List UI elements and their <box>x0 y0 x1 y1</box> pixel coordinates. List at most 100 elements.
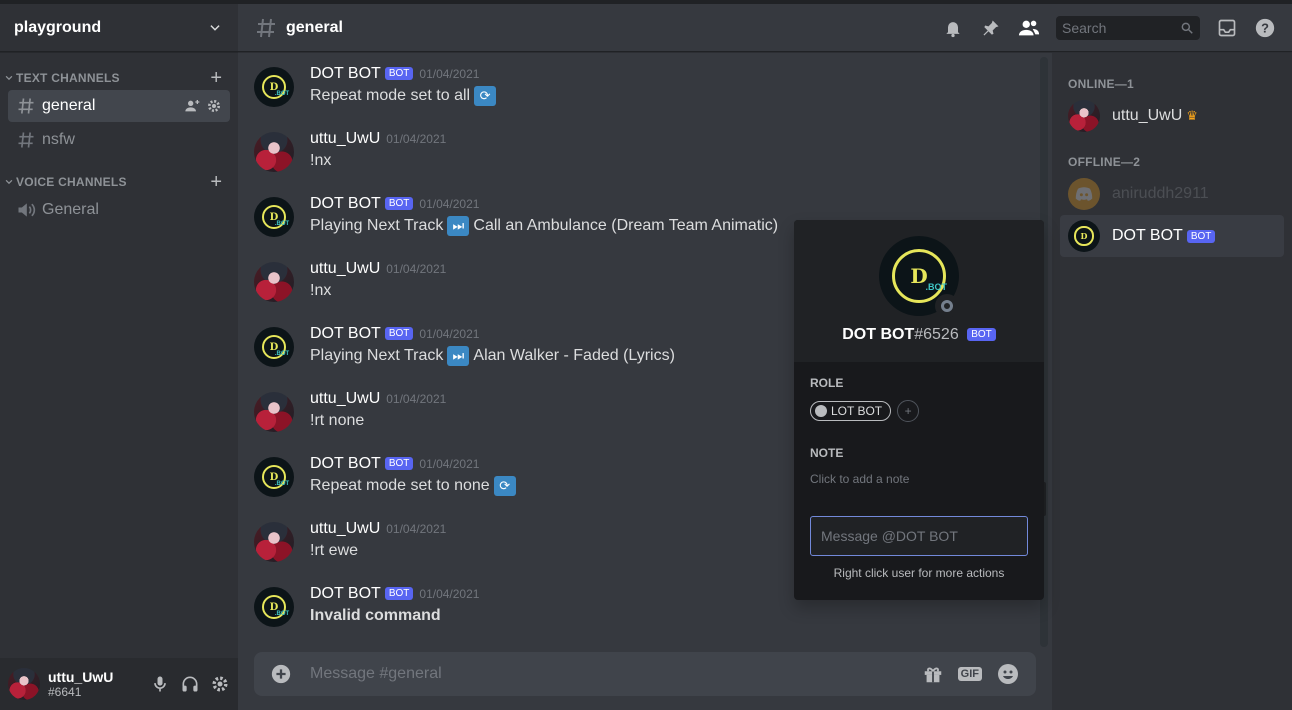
member-group-online: ONLINE—1 <box>1068 77 1134 91</box>
message: uttu_UwU 01/04/2021 !nx <box>254 260 446 302</box>
svg-text:?: ? <box>1261 20 1269 35</box>
search-placeholder: Search <box>1062 19 1107 36</box>
server-header[interactable]: playground <box>0 4 238 52</box>
message-composer[interactable]: Message #general GIF <box>254 652 1036 696</box>
dm-message-input[interactable] <box>810 516 1028 556</box>
inbox-icon[interactable] <box>1216 17 1238 39</box>
help-icon[interactable]: ? <box>1254 17 1276 39</box>
member-item[interactable]: aniruddh2911 <box>1060 173 1284 215</box>
avatar[interactable]: D .BOT <box>254 327 294 367</box>
bot-tag: BOT <box>1186 229 1216 243</box>
avatar <box>1068 178 1100 210</box>
timestamp: 01/04/2021 <box>386 132 447 146</box>
voice-channel-general[interactable]: General <box>8 194 230 226</box>
bot-tag: BOT <box>384 587 414 600</box>
gear-icon[interactable] <box>206 98 222 114</box>
member-name: aniruddh2911 <box>1112 185 1209 202</box>
avatar[interactable] <box>8 668 40 700</box>
message-text: Repeat mode set to all <box>310 87 471 104</box>
chevron-down-icon <box>5 75 13 81</box>
crown-icon: ♛ <box>1186 108 1198 123</box>
avatar[interactable]: D .BOT <box>254 197 294 237</box>
create-channel-icon[interactable]: + <box>210 172 222 192</box>
search-input[interactable]: Search <box>1056 15 1200 40</box>
gear-icon[interactable] <box>210 674 230 694</box>
bot-tag: BOT <box>384 327 414 340</box>
message-prefix: Playing Next Track <box>310 217 444 234</box>
note-label: NOTE <box>810 446 844 460</box>
repeat-icon: ⟳ <box>474 86 497 106</box>
member-list-icon[interactable] <box>1018 17 1040 39</box>
member-item[interactable]: uttu_UwU ♛ <box>1060 95 1284 137</box>
bot-logo-letter: D <box>1074 226 1094 246</box>
avatar[interactable]: D .BOT <box>254 457 294 497</box>
timestamp: 01/04/2021 <box>386 392 447 406</box>
channel-label: nsfw <box>42 131 75 148</box>
emoji-icon[interactable] <box>996 662 1020 686</box>
headphones-icon[interactable] <box>180 674 200 694</box>
message-author[interactable]: uttu_UwU <box>310 520 380 537</box>
message-text: !rt none <box>310 412 365 429</box>
member-item-selected[interactable]: D DOT BOT BOT <box>1060 215 1284 257</box>
member-name: DOT BOT <box>1112 227 1183 244</box>
user-tag: #6641 <box>48 685 82 699</box>
pin-icon[interactable] <box>980 17 1002 39</box>
note-input[interactable]: Click to add a note <box>810 472 1028 486</box>
next-track-icon: ⏭ <box>447 216 470 236</box>
avatar[interactable] <box>254 392 294 432</box>
message-author[interactable]: DOT BOT <box>310 65 381 82</box>
message-author[interactable]: DOT BOT <box>310 195 381 212</box>
bot-logo-subtext: .BOT <box>274 90 290 97</box>
timestamp: 01/04/2021 <box>419 197 480 211</box>
message-author[interactable]: DOT BOT <box>310 325 381 342</box>
hash-icon <box>18 132 34 148</box>
channel-general[interactable]: general <box>8 90 230 122</box>
message-text: Repeat mode set to none <box>310 477 490 494</box>
popout-avatar[interactable]: D .BOT <box>879 236 959 318</box>
role-name: LOT BOT <box>831 404 883 418</box>
bell-icon[interactable] <box>942 17 964 39</box>
message: uttu_UwU 01/04/2021 !rt ewe <box>254 520 446 562</box>
add-attachment-icon[interactable] <box>270 663 292 685</box>
message-text: !rt ewe <box>310 542 359 559</box>
message-author[interactable]: DOT BOT <box>310 455 381 472</box>
message: uttu_UwU 01/04/2021 !nx <box>254 130 446 172</box>
avatar[interactable] <box>254 522 294 562</box>
gif-button[interactable]: GIF <box>957 667 982 681</box>
text-channels-category[interactable]: TEXT CHANNELS + <box>0 68 238 88</box>
channel-label: general <box>42 97 96 114</box>
avatar[interactable]: D .BOT <box>254 67 294 107</box>
voice-channels-category[interactable]: VOICE CHANNELS + <box>0 172 238 192</box>
search-icon <box>1181 22 1193 34</box>
member-list: ONLINE—1 uttu_UwU ♛ OFFLINE—2 aniruddh29… <box>1052 53 1292 710</box>
hash-icon <box>18 98 34 114</box>
add-role-button[interactable]: + <box>897 400 920 422</box>
message: D .BOT DOT BOT BOT 01/04/2021 Playing Next … <box>254 325 675 367</box>
avatar[interactable] <box>254 132 294 172</box>
create-channel-icon[interactable]: + <box>210 68 222 88</box>
message-author[interactable]: uttu_UwU <box>310 130 380 147</box>
bot-tag: BOT <box>384 197 414 210</box>
discord-app: playground TEXT CHANNELS + general nsfw <box>0 0 1292 710</box>
popout-header: D .BOT DOT BOT#6526 BOT <box>794 220 1044 362</box>
avatar[interactable] <box>254 262 294 302</box>
avatar[interactable]: D .BOT <box>254 587 294 627</box>
user-panel: uttu_UwU #6641 <box>0 658 238 710</box>
popout-username: DOT BOT#6526 BOT <box>842 326 996 344</box>
channel-nsfw[interactable]: nsfw <box>8 124 230 156</box>
user-popout: D .BOT DOT BOT#6526 BOT ROLE LOT BOT + N… <box>794 220 1044 600</box>
timestamp: 01/04/2021 <box>386 522 447 536</box>
message-author[interactable]: uttu_UwU <box>310 390 380 407</box>
bot-logo-subtext: .BOT <box>274 480 290 487</box>
role-pill[interactable]: LOT BOT <box>810 401 892 421</box>
channel-sidebar: playground TEXT CHANNELS + general nsfw <box>0 4 238 710</box>
bot-logo-subtext: .BOT <box>274 350 290 357</box>
bot-tag: BOT <box>384 67 414 80</box>
invite-icon[interactable] <box>184 98 200 114</box>
message-author[interactable]: uttu_UwU <box>310 260 380 277</box>
message: D .BOT DOT BOT BOT 01/04/2021 Repeat mode s… <box>254 455 516 497</box>
message-author[interactable]: DOT BOT <box>310 585 381 602</box>
microphone-icon[interactable] <box>150 674 170 694</box>
bot-logo-subtext: .BOT <box>274 610 290 617</box>
gift-icon[interactable] <box>922 663 944 685</box>
